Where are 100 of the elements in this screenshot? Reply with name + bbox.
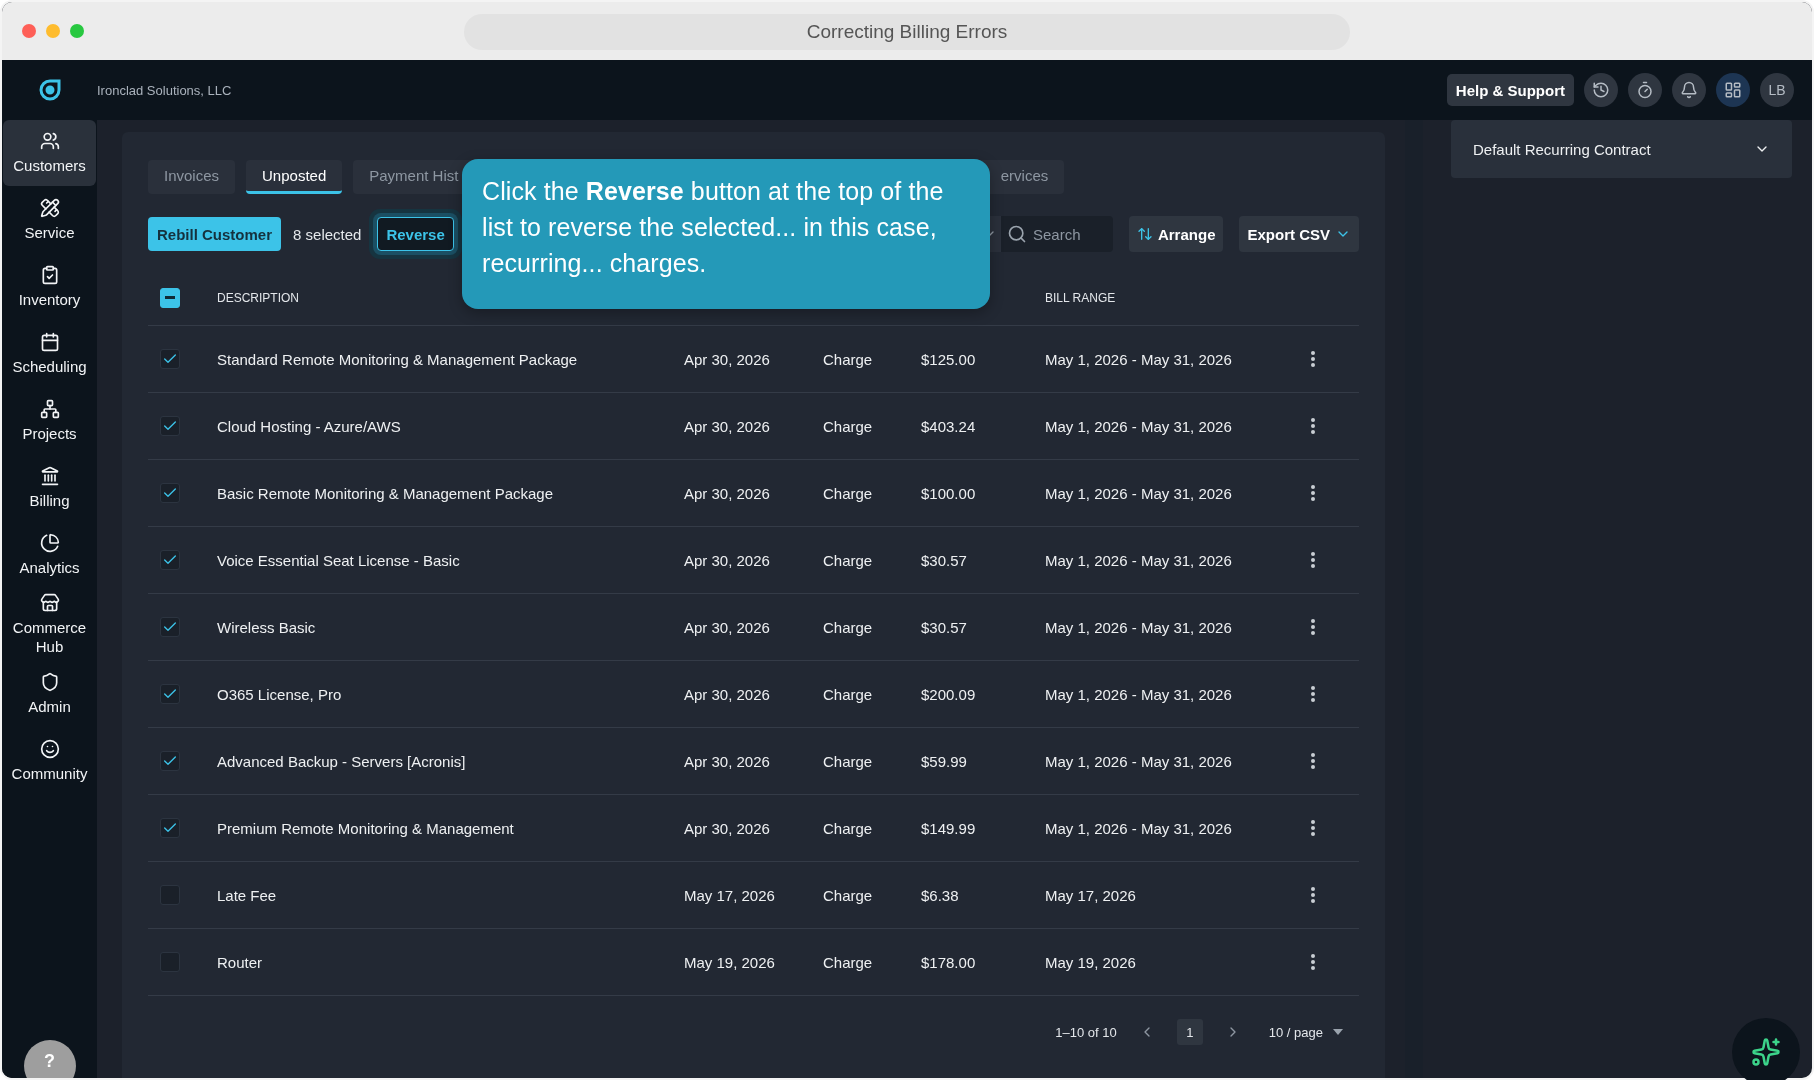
sidebar-item[interactable]: Service	[3, 187, 96, 253]
pagination-range: 1–10 of 10	[1055, 1024, 1117, 1040]
table-cell-text: O365 License, Pro	[217, 685, 343, 703]
sidebar-item[interactable]: Analytics	[3, 522, 96, 588]
table-cell-text: Wireless Basic	[217, 618, 317, 636]
export-csv-button[interactable]: Export CSV	[1239, 216, 1359, 252]
more-icon	[1311, 820, 1315, 836]
sidebar-item[interactable]: Projects	[3, 388, 96, 454]
window-title: Correcting Billing Errors	[464, 14, 1350, 50]
instruction-tooltip: Click the Reverse button at the top of the list to reverse the selected... in this case, recurring... charges.	[462, 159, 990, 309]
table-cell-text: Apr 30, 2026	[684, 551, 771, 569]
table-cell-text: Charge	[823, 551, 874, 569]
table-cell-text: Apr 30, 2026	[684, 484, 771, 502]
table-cell-text: $125.00	[921, 350, 977, 368]
selected-count: 8 selected	[293, 225, 362, 243]
more-icon	[1311, 753, 1315, 769]
table-cell-text: Voice Essential Seat License - Basic	[217, 551, 461, 569]
table-cell-text: Charge	[823, 953, 874, 971]
table-cell-text: May 1, 2026 - May 31, 2026	[1045, 819, 1233, 837]
more-icon	[1311, 418, 1315, 434]
table-cell-text: Charge	[823, 417, 874, 435]
table-cell-text: May 19, 2026	[684, 953, 776, 971]
sidebar-item[interactable]: Billing	[3, 455, 96, 521]
table-cell-text: Apr 30, 2026	[684, 819, 771, 837]
table-cell-text: Charge	[823, 819, 874, 837]
rebill-customer-button[interactable]: Rebill Customer	[148, 217, 282, 251]
contract-select[interactable]: Default Recurring Contract	[1451, 120, 1792, 178]
pencil-ruler-icon	[39, 198, 60, 218]
caret-down-icon	[1333, 1029, 1343, 1035]
more-icon	[1311, 619, 1315, 635]
timer-button[interactable]	[1628, 73, 1662, 107]
table-cell-text: May 1, 2026 - May 31, 2026	[1045, 618, 1233, 636]
sidebar-item[interactable]: Admin	[3, 661, 96, 727]
search-field[interactable]: Search	[1000, 216, 1113, 252]
table-cell-text: Apr 30, 2026	[684, 618, 771, 636]
page-size-select[interactable]: 10 / page	[1262, 1023, 1349, 1041]
user-avatar[interactable]: LB	[1760, 73, 1794, 107]
timer-icon	[1636, 81, 1654, 99]
sidebar-item[interactable]: Customers	[3, 120, 96, 186]
row-checkbox[interactable]	[160, 349, 180, 369]
table-cell-text: Apr 30, 2026	[684, 685, 771, 703]
table-cell-text: Charge	[823, 685, 874, 703]
row-checkbox[interactable]	[160, 684, 180, 704]
row-checkbox[interactable]	[160, 617, 180, 637]
table-cell-text: $6.38	[921, 886, 960, 904]
table-cell-text: May 19, 2026	[1045, 953, 1137, 971]
more-icon	[1311, 887, 1315, 903]
arrange-button[interactable]: Arrange	[1128, 216, 1224, 252]
table-cell-text: Advanced Backup - Servers [Acronis]	[217, 752, 467, 770]
sidebar-item[interactable]: Inventory	[3, 254, 96, 320]
table-cell-text: Apr 30, 2026	[684, 417, 771, 435]
more-icon	[1311, 351, 1315, 367]
close-window-control[interactable]	[22, 24, 36, 38]
table-cell-text: $100.00	[921, 484, 977, 502]
page-number[interactable]: 1	[1176, 1019, 1203, 1045]
table-cell-text: $30.57	[921, 551, 968, 569]
tab[interactable]: Invoices	[148, 160, 236, 194]
more-icon	[1311, 954, 1315, 970]
table-cell-text: May 17, 2026	[1045, 886, 1137, 904]
table-cell-text: Apr 30, 2026	[684, 752, 771, 770]
table-cell-text: May 1, 2026 - May 31, 2026	[1045, 551, 1233, 569]
sidebar-item[interactable]: Commerce Hub	[3, 589, 96, 660]
more-icon	[1311, 686, 1315, 702]
table-cell-text: Charge	[823, 484, 874, 502]
tab[interactable]: Unposted	[246, 160, 343, 194]
more-icon	[1311, 485, 1315, 501]
table-cell-text: $149.99	[921, 819, 977, 837]
table-cell-text: $178.00	[921, 953, 977, 971]
table-cell-text: May 1, 2026 - May 31, 2026	[1045, 484, 1233, 502]
table-cell-text: Charge	[823, 618, 874, 636]
help-support-button[interactable]: Help & Support	[1446, 74, 1574, 106]
column-header: BILL RANGE	[1045, 290, 1117, 305]
row-checkbox[interactable]	[160, 483, 180, 503]
history-icon	[1592, 81, 1610, 99]
sidebar-item[interactable]: Scheduling	[3, 321, 96, 387]
row-checkbox[interactable]	[160, 751, 180, 771]
dashboard-button[interactable]	[1716, 73, 1750, 107]
row-checkbox[interactable]	[160, 416, 180, 436]
table-cell-text: May 1, 2026 - May 31, 2026	[1045, 350, 1233, 368]
table-cell-text: Router	[217, 953, 264, 971]
history-button[interactable]	[1584, 73, 1618, 107]
smiley-icon	[39, 739, 60, 759]
table-cell-text: Charge	[823, 752, 874, 770]
sidebar-item[interactable]: Community	[3, 728, 96, 794]
column-header: DESCRIPTION	[217, 290, 300, 305]
people-icon	[39, 131, 60, 151]
table-cell-text: Charge	[823, 886, 874, 904]
pie-chart-icon	[39, 533, 60, 553]
app-logo-icon	[37, 78, 62, 102]
table-cell-text: Cloud Hosting - Azure/AWS	[217, 417, 402, 435]
minus-icon	[165, 296, 175, 299]
bank-icon	[39, 466, 60, 486]
bell-icon	[1680, 81, 1698, 99]
table-cell-text: $403.24	[921, 417, 977, 435]
table-cell-text: May 1, 2026 - May 31, 2026	[1045, 417, 1233, 435]
row-checkbox[interactable]	[160, 818, 180, 838]
table-cell-text: May 1, 2026 - May 31, 2026	[1045, 752, 1233, 770]
notifications-button[interactable]	[1672, 73, 1706, 107]
row-checkbox[interactable]	[160, 550, 180, 570]
select-all-checkbox[interactable]	[160, 287, 180, 308]
